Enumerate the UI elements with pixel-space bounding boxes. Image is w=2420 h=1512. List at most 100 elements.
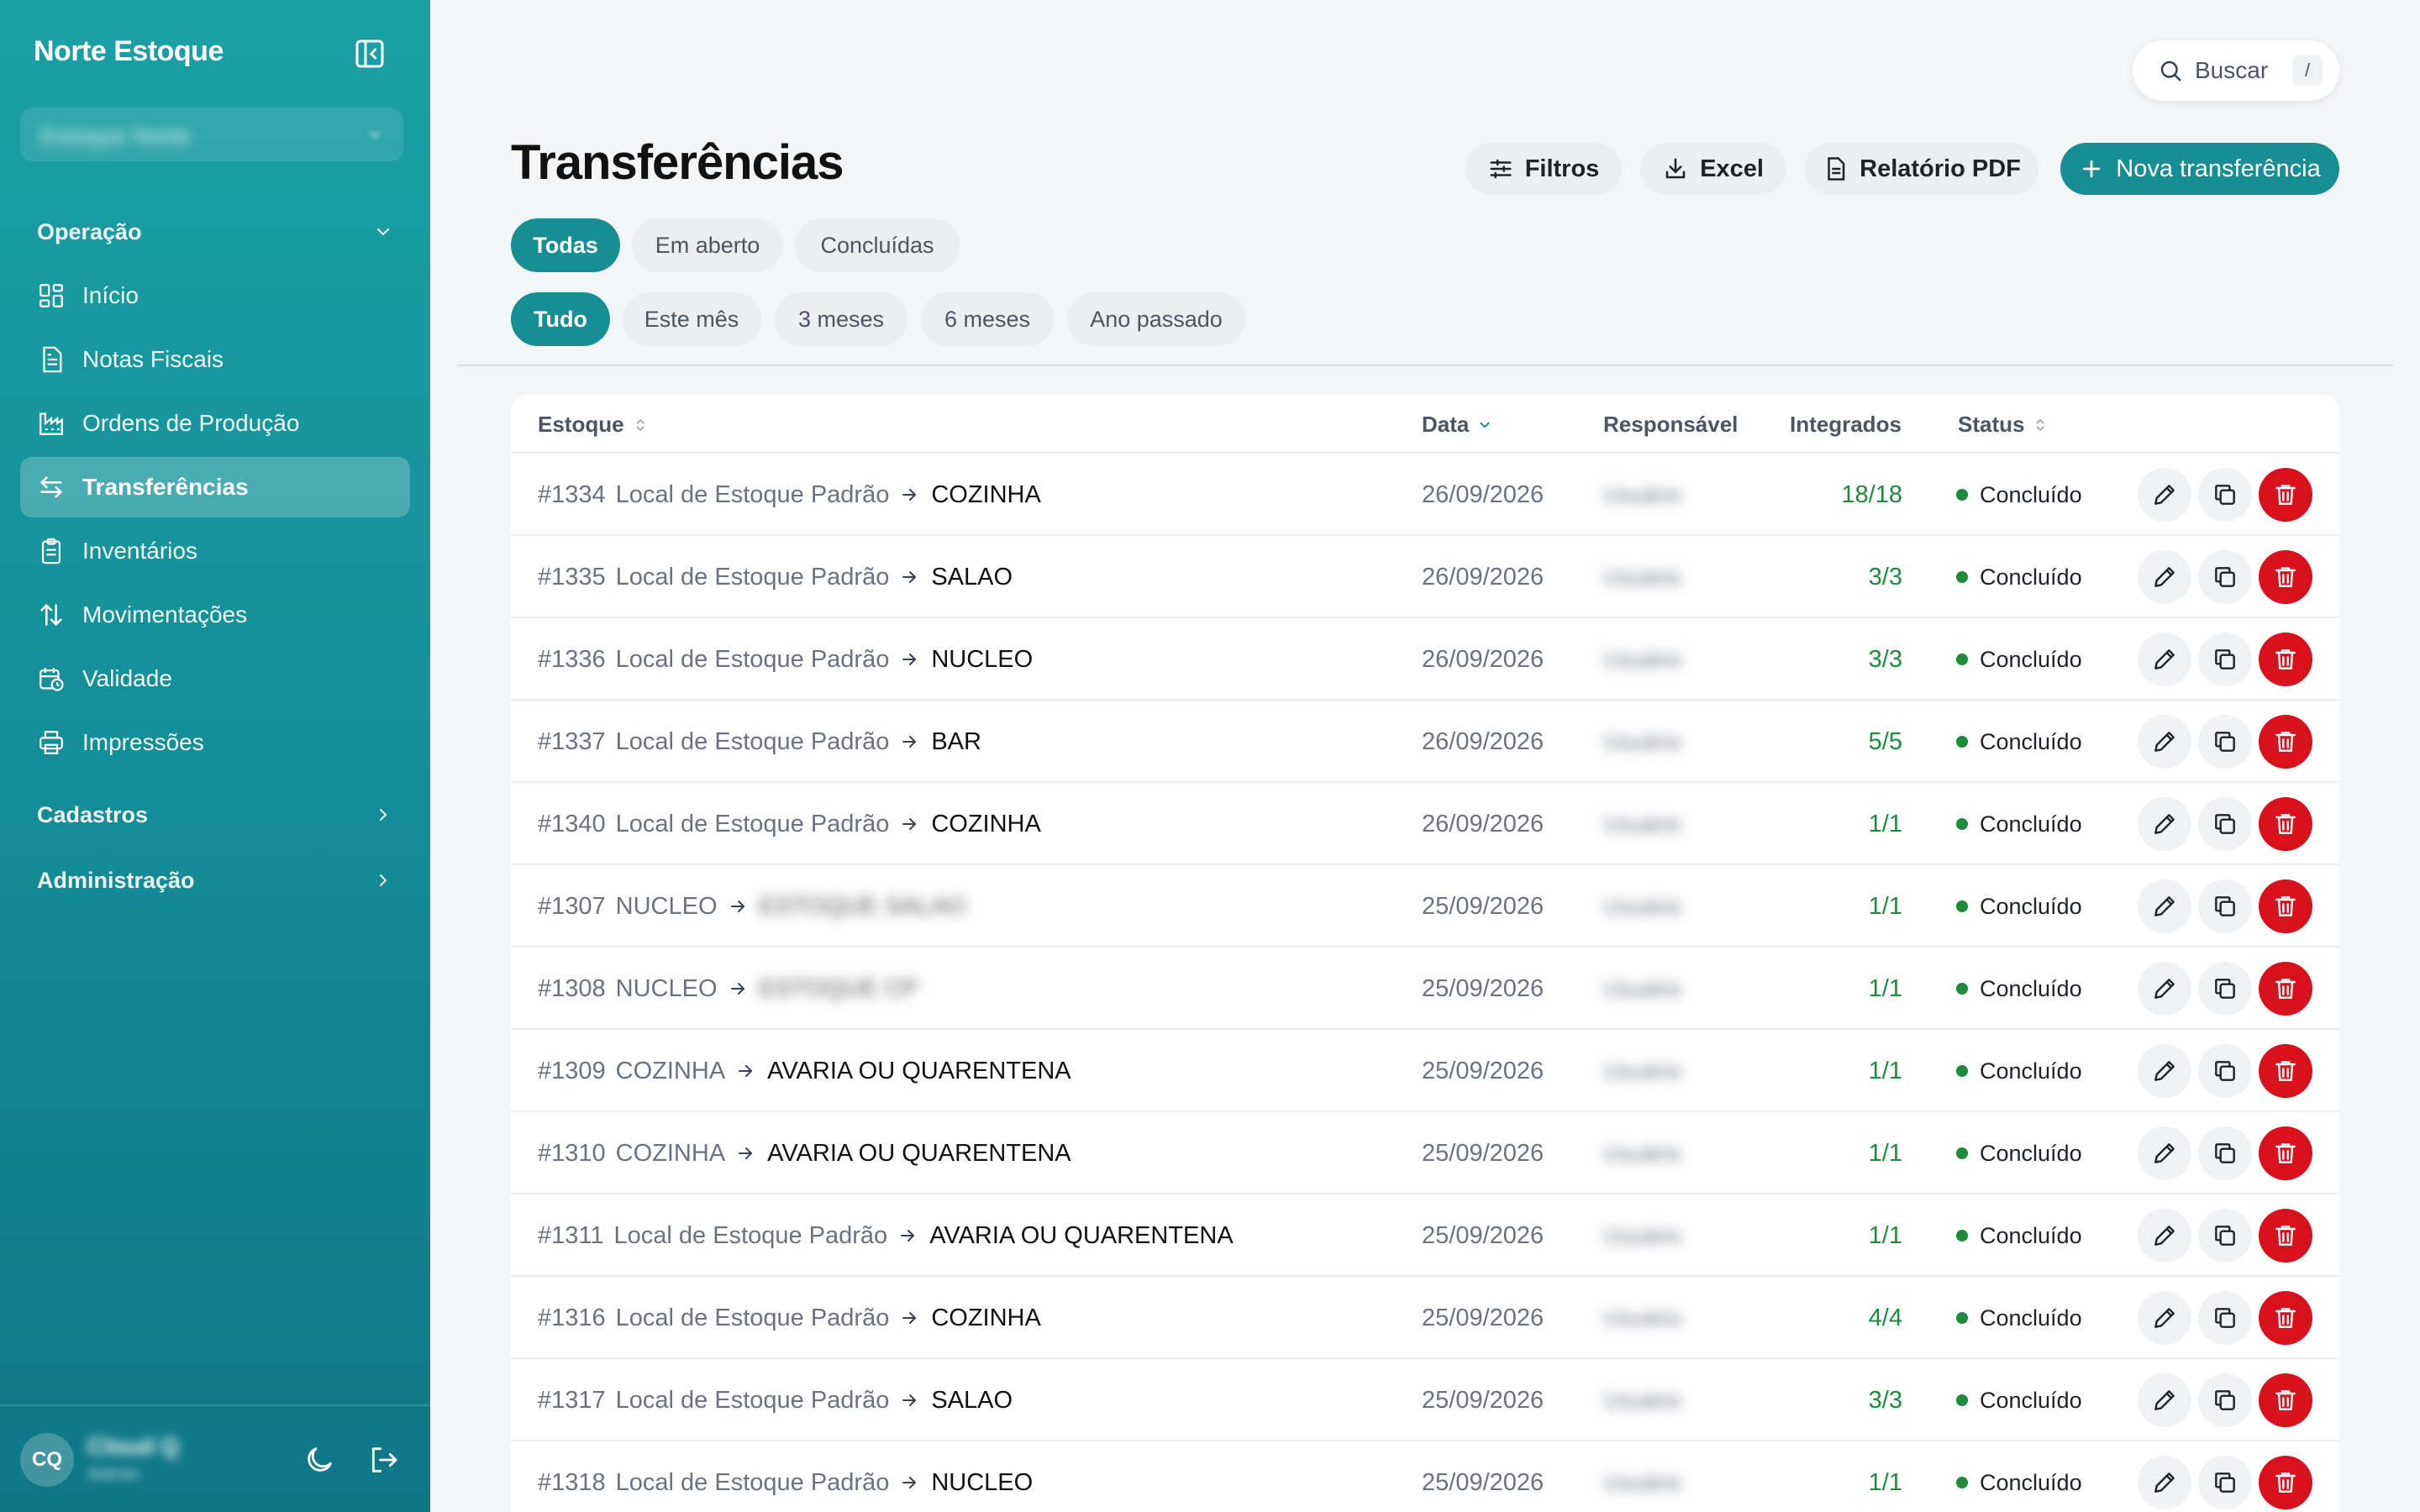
duplicate-button[interactable]: [2198, 1456, 2252, 1509]
edit-button[interactable]: [2138, 1373, 2191, 1427]
delete-button[interactable]: [2259, 797, 2312, 851]
table-row[interactable]: #1310 COZINHA AVARIA OU QUARENTENA 25/09…: [511, 1112, 2339, 1194]
transfer-route: #1318 Local de Estoque Padrão NUCLEO: [538, 1441, 1033, 1512]
sidebar-item-validade[interactable]: Validade: [20, 648, 410, 709]
delete-button[interactable]: [2259, 1126, 2312, 1180]
column-estoque[interactable]: Estoque: [538, 412, 648, 438]
transfer-responsible: Usuário: [1603, 1387, 1682, 1413]
trash-icon: [2275, 732, 2296, 752]
edit-button[interactable]: [2138, 1126, 2191, 1180]
tab-todas[interactable]: Todas: [511, 218, 620, 272]
duplicate-button[interactable]: [2198, 1044, 2252, 1098]
edit-button[interactable]: [2138, 468, 2191, 522]
pencil-icon: [2154, 1226, 2175, 1246]
organization-select[interactable]: Estoque Norte: [20, 108, 403, 161]
excel-export-button[interactable]: Excel: [1640, 143, 1786, 195]
edit-button[interactable]: [2138, 1209, 2191, 1263]
edit-button[interactable]: [2138, 879, 2191, 933]
tab-concluidas[interactable]: Concluídas: [795, 218, 960, 272]
collapse-sidebar-icon[interactable]: [353, 37, 387, 71]
search-input[interactable]: Buscar /: [2133, 40, 2339, 101]
delete-button[interactable]: [2259, 879, 2312, 933]
dark-mode-icon[interactable]: [302, 1443, 336, 1477]
duplicate-button[interactable]: [2198, 1291, 2252, 1345]
status-dot: [1956, 1477, 1968, 1488]
sidebar-item-notas-fiscais[interactable]: Notas Fiscais: [20, 329, 410, 390]
period-este-mes[interactable]: Este mês: [622, 292, 761, 346]
avatar[interactable]: CQ: [20, 1433, 74, 1487]
duplicate-button[interactable]: [2198, 879, 2252, 933]
duplicate-button[interactable]: [2198, 468, 2252, 522]
sidebar-item-inventarios[interactable]: Inventários: [20, 521, 410, 581]
arrow-right-icon: [902, 489, 917, 501]
transfer-destination: SALAO: [931, 563, 1013, 591]
divider: [457, 365, 2393, 366]
sidebar-footer: CQ Cloud Q Admin: [0, 1404, 430, 1512]
sidebar-item-ordens-producao[interactable]: Ordens de Produção: [20, 393, 410, 454]
table-row[interactable]: #1309 COZINHA AVARIA OU QUARENTENA 25/09…: [511, 1030, 2339, 1112]
table-row[interactable]: #1308 NUCLEO ESTOQUE CP 25/09/2026 Usuár…: [511, 948, 2339, 1030]
table-row[interactable]: #1336 Local de Estoque Padrão NUCLEO 26/…: [511, 618, 2339, 701]
integrated-count: 1/1: [1868, 974, 1902, 1002]
edit-button[interactable]: [2138, 1044, 2191, 1098]
pdf-report-button[interactable]: Relatório PDF: [1805, 143, 2039, 195]
status-badge: Concluído: [1956, 701, 2082, 783]
section-operacao[interactable]: Operação: [37, 215, 393, 249]
new-transfer-button[interactable]: Nova transferência: [2060, 143, 2339, 195]
delete-button[interactable]: [2259, 1209, 2312, 1263]
edit-button[interactable]: [2138, 550, 2191, 604]
table-row[interactable]: #1334 Local de Estoque Padrão COZINHA 26…: [511, 454, 2339, 536]
pencil-icon: [2154, 1390, 2175, 1410]
sidebar-item-inicio[interactable]: Início: [20, 265, 410, 326]
period-ano-passado[interactable]: Ano passado: [1067, 292, 1245, 346]
duplicate-button[interactable]: [2198, 715, 2252, 769]
transfer-destination: AVARIA OU QUARENTENA: [767, 1139, 1071, 1167]
delete-button[interactable]: [2259, 468, 2312, 522]
edit-button[interactable]: [2138, 633, 2191, 686]
duplicate-button[interactable]: [2198, 633, 2252, 686]
table-row[interactable]: #1316 Local de Estoque Padrão COZINHA 25…: [511, 1277, 2339, 1359]
sidebar-item-impressoes[interactable]: Impressões: [20, 712, 410, 773]
sidebar-item-transferencias[interactable]: Transferências: [20, 457, 410, 517]
section-cadastros[interactable]: Cadastros: [37, 798, 393, 832]
period-6-meses[interactable]: 6 meses: [921, 292, 1054, 346]
duplicate-button[interactable]: [2198, 1209, 2252, 1263]
filters-button[interactable]: Filtros: [1465, 143, 1622, 195]
duplicate-button[interactable]: [2198, 550, 2252, 604]
delete-button[interactable]: [2259, 633, 2312, 686]
table-row[interactable]: #1317 Local de Estoque Padrão SALAO 25/0…: [511, 1359, 2339, 1441]
section-administracao[interactable]: Administração: [37, 864, 393, 897]
edit-button[interactable]: [2138, 715, 2191, 769]
table-row[interactable]: #1340 Local de Estoque Padrão COZINHA 26…: [511, 783, 2339, 865]
transfer-arrows-icon: [40, 476, 62, 498]
delete-button[interactable]: [2259, 715, 2312, 769]
sidebar-item-movimentacoes[interactable]: Movimentações: [20, 585, 410, 645]
table-row[interactable]: #1337 Local de Estoque Padrão BAR 26/09/…: [511, 701, 2339, 783]
column-status[interactable]: Status: [1958, 412, 2048, 438]
column-data[interactable]: Data: [1422, 412, 1492, 438]
table-row[interactable]: #1307 NUCLEO ESTOQUE SALAO 25/09/2026 Us…: [511, 865, 2339, 948]
edit-button[interactable]: [2138, 1291, 2191, 1345]
pencil-icon: [2154, 979, 2175, 999]
table-row[interactable]: #1311 Local de Estoque Padrão AVARIA OU …: [511, 1194, 2339, 1277]
duplicate-button[interactable]: [2198, 1126, 2252, 1180]
edit-button[interactable]: [2138, 797, 2191, 851]
delete-button[interactable]: [2259, 962, 2312, 1016]
period-tudo[interactable]: Tudo: [511, 292, 610, 346]
duplicate-button[interactable]: [2198, 962, 2252, 1016]
delete-button[interactable]: [2259, 550, 2312, 604]
period-3-meses[interactable]: 3 meses: [775, 292, 908, 346]
table-row[interactable]: #1318 Local de Estoque Padrão NUCLEO 25/…: [511, 1441, 2339, 1512]
tab-em-aberto[interactable]: Em aberto: [632, 218, 783, 272]
delete-button[interactable]: [2259, 1373, 2312, 1427]
delete-button[interactable]: [2259, 1291, 2312, 1345]
duplicate-button[interactable]: [2198, 1373, 2252, 1427]
duplicate-button[interactable]: [2198, 797, 2252, 851]
logout-icon[interactable]: [366, 1443, 400, 1477]
edit-button[interactable]: [2138, 962, 2191, 1016]
edit-button[interactable]: [2138, 1456, 2191, 1509]
delete-button[interactable]: [2259, 1044, 2312, 1098]
delete-button[interactable]: [2259, 1456, 2312, 1509]
user-role: Admin: [87, 1463, 140, 1484]
table-row[interactable]: #1335 Local de Estoque Padrão SALAO 26/0…: [511, 536, 2339, 618]
